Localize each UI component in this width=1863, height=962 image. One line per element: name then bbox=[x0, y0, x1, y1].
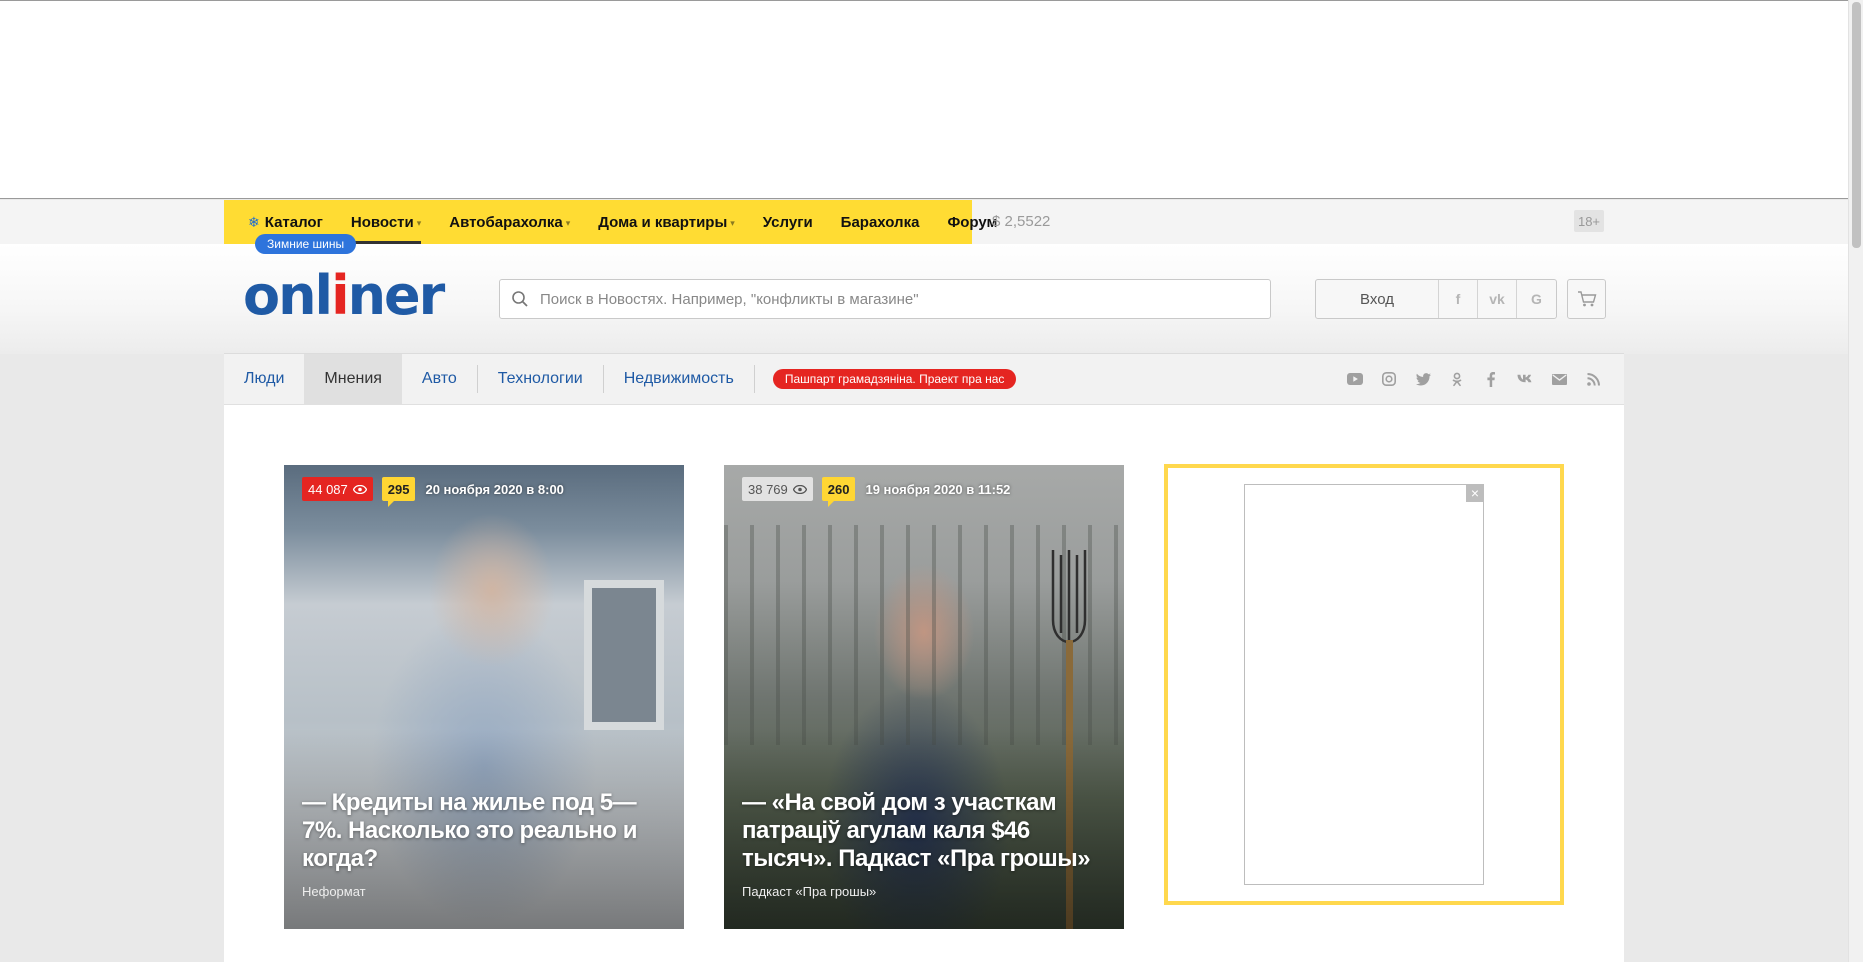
eye-icon bbox=[792, 482, 807, 497]
chevron-down-icon: ▾ bbox=[565, 218, 571, 228]
tab-opinions[interactable]: Мнения bbox=[304, 354, 402, 404]
currency-rate[interactable]: $ 2,5522 bbox=[992, 213, 1050, 230]
promo-badge[interactable]: Пашпарт грамадзяніна. Праект пра нас bbox=[772, 369, 1017, 389]
twitter-icon[interactable] bbox=[1414, 370, 1432, 388]
snowflake-icon: ❄ bbox=[248, 213, 260, 230]
card-meta: 38 769 260 19 ноября 2020 в 11:52 bbox=[742, 477, 1011, 507]
mail-icon[interactable] bbox=[1550, 370, 1568, 388]
rss-icon[interactable] bbox=[1584, 370, 1602, 388]
winter-tires-tag[interactable]: Зимние шины bbox=[255, 234, 357, 254]
news-rubric[interactable]: Неформат bbox=[302, 884, 366, 899]
news-rubric[interactable]: Падкаст «Пра грошы» bbox=[742, 884, 876, 899]
divider bbox=[753, 365, 755, 393]
search-input[interactable] bbox=[540, 290, 1240, 308]
instagram-icon[interactable] bbox=[1380, 370, 1398, 388]
tab-real-estate[interactable]: Недвижимость bbox=[604, 354, 754, 404]
auth-panel: Вход f vk G bbox=[1315, 279, 1557, 319]
search-icon bbox=[500, 290, 540, 308]
news-title[interactable]: — Кредиты на жилье под 5—7%. Насколько э… bbox=[302, 789, 666, 873]
odnoklassniki-icon[interactable] bbox=[1448, 370, 1466, 388]
nav-item-real-estate[interactable]: Дома и квартиры ▾ bbox=[598, 200, 735, 244]
nav-item-auto-market[interactable]: Автобарахолка ▾ bbox=[449, 200, 570, 244]
tab-auto[interactable]: Авто bbox=[402, 354, 477, 404]
tab-people[interactable]: Люди bbox=[224, 354, 304, 404]
news-container: Люди Мнения Авто Технологии Недвижимость… bbox=[224, 353, 1624, 962]
views-counter: 44 087 bbox=[302, 477, 373, 501]
facebook-icon[interactable] bbox=[1482, 370, 1500, 388]
nav-item-forum[interactable]: Форум bbox=[947, 200, 997, 244]
ad-block: × bbox=[1164, 464, 1564, 905]
news-card[interactable]: 38 769 260 19 ноября 2020 в 11:52 — «На … bbox=[724, 465, 1124, 929]
news-image bbox=[584, 580, 664, 730]
publish-date: 20 ноября 2020 в 8:00 bbox=[425, 481, 564, 497]
login-button[interactable]: Вход bbox=[1316, 280, 1439, 318]
news-card[interactable]: 44 087 295 20 ноября 2020 в 8:00 — Креди… bbox=[284, 465, 684, 929]
site-logo[interactable]: onliner bbox=[243, 266, 445, 326]
publish-date: 19 ноября 2020 в 11:52 bbox=[865, 481, 1011, 497]
news-title[interactable]: — «На свой дом з участкам патрацiў агула… bbox=[742, 789, 1106, 873]
nav-item-flea-market[interactable]: Барахолка bbox=[841, 200, 920, 244]
tab-technologies[interactable]: Технологии bbox=[478, 354, 603, 404]
vk-icon[interactable] bbox=[1516, 370, 1534, 388]
age-rating-badge: 18+ bbox=[1574, 210, 1604, 232]
top-ad-banner bbox=[0, 0, 1848, 199]
search-box[interactable] bbox=[499, 279, 1271, 319]
social-links bbox=[1330, 354, 1602, 404]
ad-frame[interactable]: × bbox=[1244, 484, 1484, 885]
chevron-down-icon: ▾ bbox=[730, 218, 735, 228]
eye-icon bbox=[352, 482, 367, 497]
google-login-icon[interactable]: G bbox=[1517, 280, 1556, 318]
comments-counter[interactable]: 260 bbox=[821, 477, 856, 507]
page-scrollbar[interactable] bbox=[1848, 0, 1863, 962]
nav-item-services[interactable]: Услуги bbox=[763, 200, 813, 244]
cart-button[interactable] bbox=[1567, 279, 1606, 319]
youtube-icon[interactable] bbox=[1346, 370, 1364, 388]
chevron-down-icon: ▾ bbox=[416, 218, 422, 228]
facebook-login-icon[interactable]: f bbox=[1439, 280, 1478, 318]
views-counter: 38 769 bbox=[742, 477, 813, 501]
cart-icon bbox=[1577, 291, 1596, 307]
news-subnav: Люди Мнения Авто Технологии Недвижимость… bbox=[224, 353, 1624, 405]
comments-counter[interactable]: 295 bbox=[381, 477, 416, 507]
close-icon[interactable]: × bbox=[1466, 484, 1484, 502]
nav-item-news[interactable]: Новости ▾ bbox=[350, 200, 422, 244]
scrollbar-thumb[interactable] bbox=[1852, 2, 1861, 248]
card-meta: 44 087 295 20 ноября 2020 в 8:00 bbox=[302, 477, 564, 507]
vk-login-icon[interactable]: vk bbox=[1478, 280, 1517, 318]
